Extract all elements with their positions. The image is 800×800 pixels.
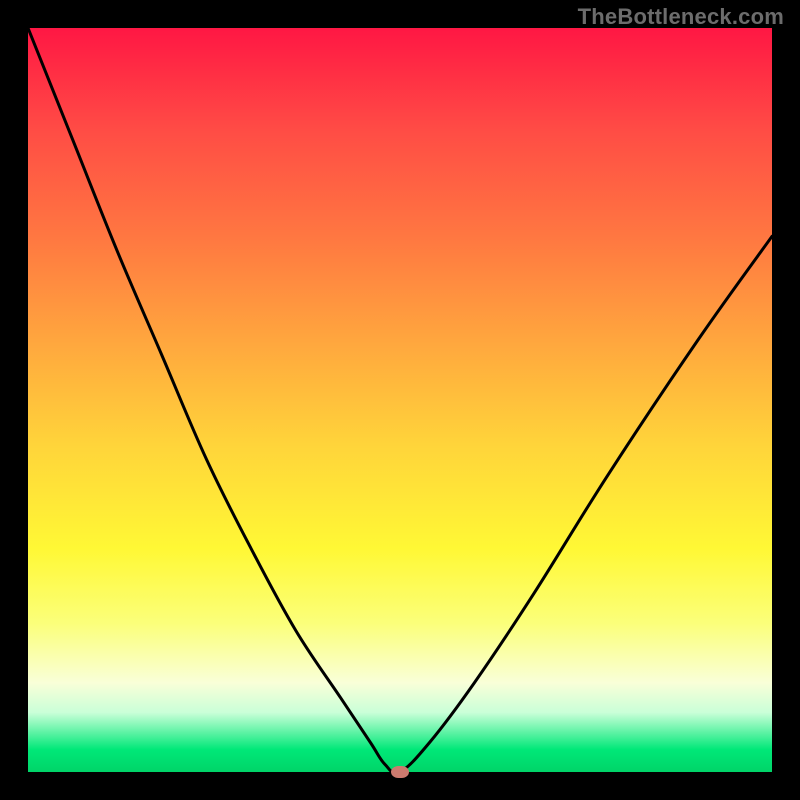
plot-area — [28, 28, 772, 772]
optimal-point-marker — [391, 766, 409, 778]
chart-frame: TheBottleneck.com — [0, 0, 800, 800]
watermark-text: TheBottleneck.com — [578, 4, 784, 30]
bottleneck-curve — [28, 28, 772, 772]
